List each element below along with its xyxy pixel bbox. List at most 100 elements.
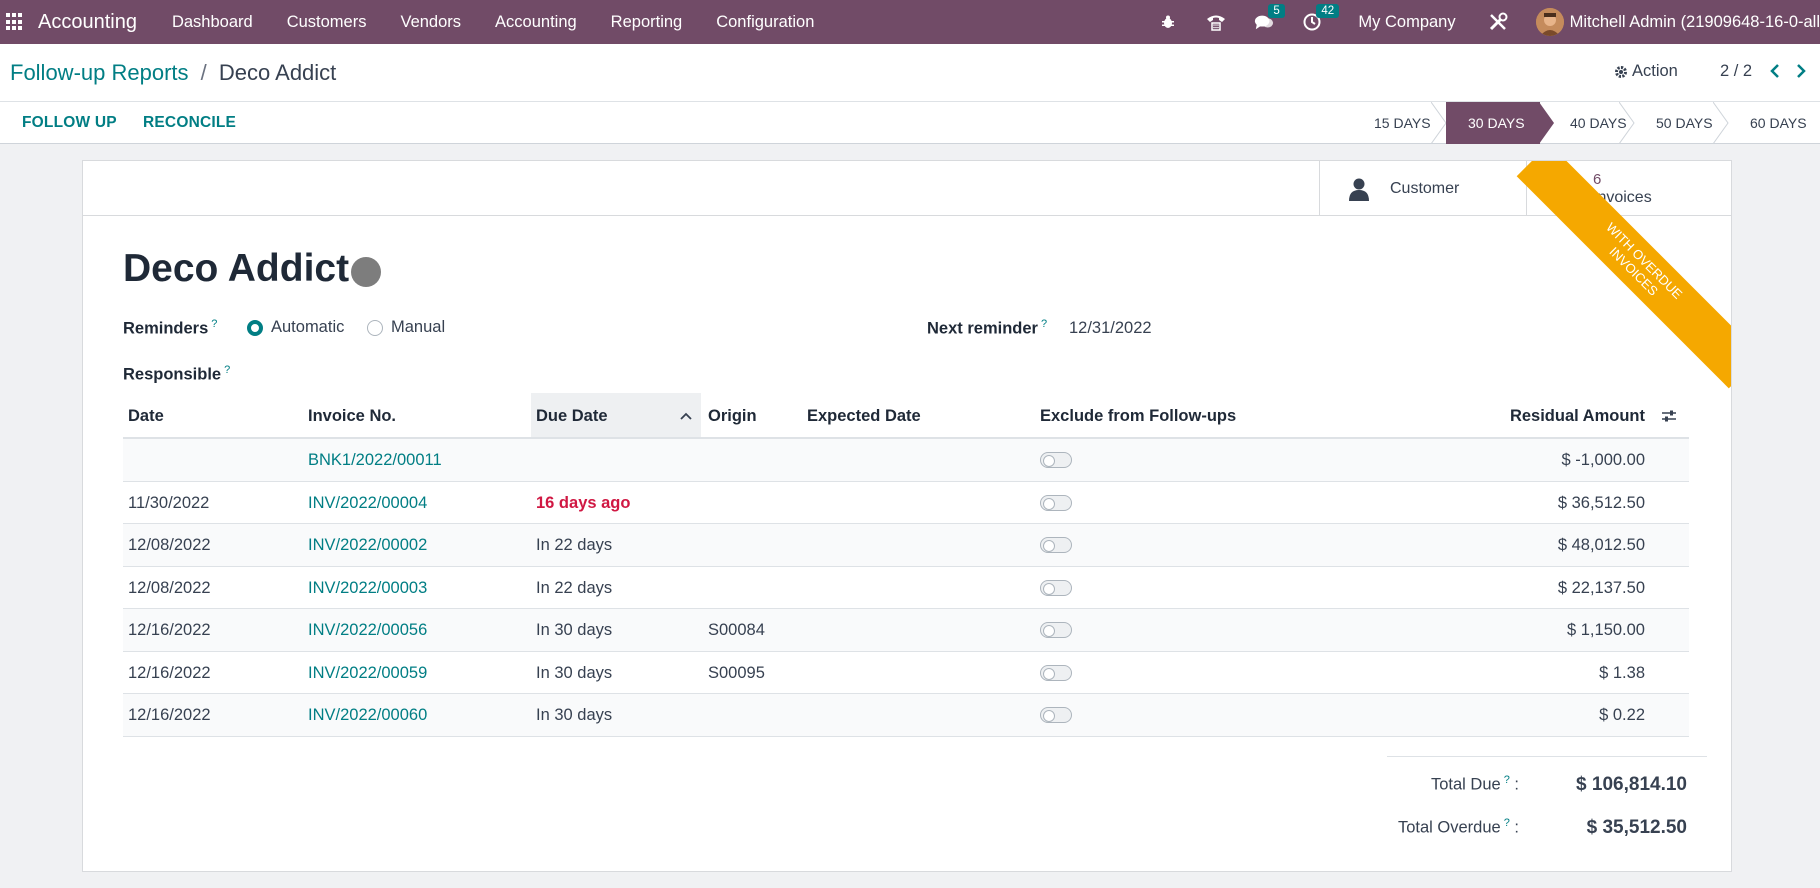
exclude-toggle[interactable] — [1040, 707, 1072, 723]
help-tooltip-icon[interactable]: ? — [1504, 774, 1510, 786]
status-bar: FOLLOW UP RECONCILE 15 DAYS 30 DAYS 40 D… — [0, 102, 1820, 144]
pager-next-button[interactable] — [1794, 62, 1808, 80]
menu-accounting[interactable]: Accounting — [478, 13, 594, 32]
cell-date: 12/16/2022 — [128, 706, 211, 724]
help-tooltip-icon[interactable]: ? — [1504, 817, 1510, 829]
breadcrumb-parent-link[interactable]: Follow-up Reports — [10, 60, 189, 85]
table-row[interactable]: 12/08/2022 INV/2022/00002 In 22 days $ 4… — [123, 524, 1689, 567]
breadcrumb: Follow-up Reports / Deco Addict — [10, 60, 336, 86]
reminder-manual-radio[interactable] — [367, 320, 383, 336]
cell-invoice-link[interactable]: INV/2022/00060 — [308, 706, 427, 725]
reminder-automatic-label[interactable]: Automatic — [271, 318, 344, 337]
exclude-toggle[interactable] — [1040, 579, 1072, 596]
control-panel: Follow-up Reports / Deco Addict Action 2… — [0, 44, 1820, 102]
cell-invoice-link[interactable]: INV/2022/00056 — [308, 621, 427, 640]
pager-value[interactable]: 2 / 2 — [1720, 62, 1752, 81]
chevron-left-icon — [1770, 64, 1779, 78]
apps-menu-icon[interactable] — [6, 13, 24, 31]
reconcile-button[interactable]: RECONCILE — [143, 114, 236, 132]
chevron-right-icon — [1797, 64, 1806, 78]
breadcrumb-current: Deco Addict — [218, 60, 337, 85]
sort-ascending-chevron-icon — [680, 412, 692, 420]
column-expected-date[interactable]: Expected Date — [807, 407, 921, 426]
column-invoice-no[interactable]: Invoice No. — [308, 407, 396, 426]
table-header: Date Invoice No. Due Date Origin Expecte… — [123, 393, 1689, 439]
total-due-label-text: Total Due — [1430, 775, 1501, 794]
optional-columns-toggle-icon[interactable] — [1661, 409, 1677, 423]
help-tooltip-icon[interactable]: ? — [211, 318, 217, 330]
table-row[interactable]: 12/16/2022 INV/2022/00059 In 30 days S00… — [123, 652, 1689, 694]
table-row[interactable]: 12/16/2022 INV/2022/00056 In 30 days S00… — [123, 609, 1689, 652]
cell-residual-amount: $ -1,000.00 — [1561, 451, 1645, 469]
exclude-toggle[interactable] — [1040, 537, 1072, 553]
column-exclude-followups[interactable]: Exclude from Follow-ups — [1040, 407, 1236, 426]
column-residual-amount[interactable]: Residual Amount — [1510, 407, 1645, 426]
user-avatar[interactable] — [1535, 8, 1564, 36]
stage-50-days[interactable]: 50 DAYS — [1634, 102, 1729, 144]
cell-due-date: In 30 days — [536, 621, 613, 639]
cell-origin: S00095 — [708, 663, 765, 682]
stage-15-days[interactable]: 15 DAYS — [1352, 102, 1447, 144]
table-row[interactable]: 12/08/2022 INV/2022/00003 In 22 days $ 2… — [123, 567, 1689, 609]
invoices-table: Date Invoice No. Due Date Origin Expecte… — [123, 393, 1689, 737]
activities-clock-icon[interactable]: 42 — [1302, 4, 1340, 32]
messages-chat-icon[interactable]: 5 — [1254, 4, 1285, 32]
reminders-label: Reminders? — [123, 318, 217, 339]
cell-residual-amount: $ 1.38 — [1599, 663, 1645, 682]
table-row[interactable]: 11/30/2022 INV/2022/00004 16 days ago $ … — [123, 482, 1689, 524]
menu-customers[interactable]: Customers — [270, 13, 384, 32]
user-menu[interactable]: Mitchell Admin (21909648-16-0-all — [1570, 13, 1820, 32]
stage-30-days[interactable]: 30 DAYS — [1446, 102, 1554, 144]
cell-date: 12/16/2022 — [128, 621, 211, 639]
next-reminder-date-field[interactable]: 12/31/2022 — [1069, 319, 1152, 338]
reminder-manual-label[interactable]: Manual — [391, 318, 445, 337]
stage-label: 50 DAYS — [1656, 115, 1713, 131]
customer-smart-button[interactable]: Customer — [1319, 161, 1526, 216]
company-switcher[interactable]: My Company — [1358, 13, 1455, 32]
cell-invoice-link[interactable]: BNK1/2022/00011 — [308, 451, 442, 470]
table-row[interactable]: 12/16/2022 INV/2022/00060 In 30 days $ 0… — [123, 694, 1689, 737]
cell-invoice-link[interactable]: INV/2022/00004 — [308, 494, 427, 513]
user-icon — [1349, 178, 1369, 201]
menu-reporting[interactable]: Reporting — [594, 13, 700, 32]
reminder-automatic-radio[interactable] — [247, 320, 263, 336]
pager-previous-button[interactable] — [1768, 62, 1782, 80]
help-tooltip-icon[interactable]: ? — [224, 364, 230, 376]
tools-settings-icon[interactable] — [1488, 12, 1508, 32]
total-due-colon: : — [1514, 775, 1519, 794]
stage-40-days[interactable]: 40 DAYS — [1540, 102, 1635, 144]
follow-up-button[interactable]: FOLLOW UP — [22, 114, 117, 132]
help-tooltip-icon[interactable]: ? — [1041, 318, 1047, 330]
cell-residual-amount: $ 22,137.50 — [1557, 578, 1645, 597]
cell-invoice-link[interactable]: INV/2022/00059 — [308, 664, 427, 683]
phone-icon[interactable] — [1206, 12, 1226, 32]
column-date[interactable]: Date — [128, 407, 164, 426]
exclude-toggle[interactable] — [1040, 622, 1072, 638]
top-navbar: Accounting Dashboard Customers Vendors A… — [0, 0, 1820, 44]
cell-residual-amount: $ 0.22 — [1599, 706, 1645, 724]
cell-invoice-link[interactable]: INV/2022/00002 — [308, 536, 427, 555]
menu-vendors[interactable]: Vendors — [383, 13, 478, 32]
column-due-date[interactable]: Due Date — [536, 407, 608, 426]
partner-status-dot — [351, 257, 381, 287]
customer-button-label: Customer — [1390, 179, 1460, 197]
total-due-label: Total Due? : — [1431, 774, 1519, 795]
stage-label: 30 DAYS — [1468, 115, 1525, 131]
app-name[interactable]: Accounting — [38, 11, 137, 34]
cell-invoice-link[interactable]: INV/2022/00003 — [308, 579, 427, 598]
debug-bug-icon[interactable] — [1158, 12, 1178, 32]
exclude-toggle[interactable] — [1040, 494, 1072, 511]
next-reminder-label: Next reminder? — [927, 318, 1047, 339]
activities-badge: 42 — [1316, 4, 1340, 18]
cell-due-date: In 22 days — [536, 536, 613, 554]
menu-dashboard[interactable]: Dashboard — [155, 13, 270, 32]
action-menu-button[interactable]: Action — [1614, 62, 1678, 81]
cell-due-date: In 30 days — [536, 706, 613, 724]
exclude-toggle[interactable] — [1040, 664, 1072, 681]
stage-60-days[interactable]: 60 DAYS — [1728, 102, 1820, 144]
table-row[interactable]: BNK1/2022/00011 $ -1,000.00 — [123, 439, 1689, 482]
exclude-toggle[interactable] — [1040, 452, 1072, 468]
menu-configuration[interactable]: Configuration — [699, 13, 831, 32]
column-origin[interactable]: Origin — [708, 407, 757, 426]
totals-section: Total Due? : $ 106,814.10 Total Overdue?… — [1387, 756, 1707, 838]
